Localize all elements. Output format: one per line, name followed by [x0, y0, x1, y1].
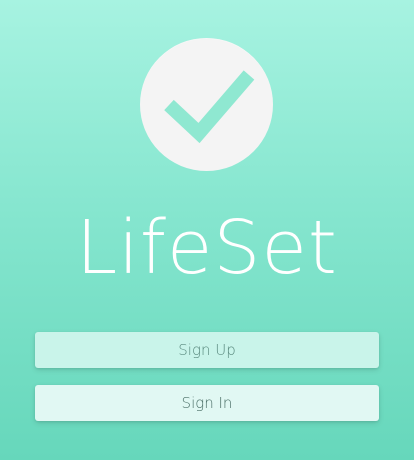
checkmark-icon: [164, 70, 255, 144]
app-logo: [140, 38, 273, 171]
app-title: LifeSet: [76, 205, 338, 291]
sign-up-button[interactable]: Sign Up: [35, 332, 379, 368]
welcome-screen: LifeSet Sign Up Sign In: [0, 0, 414, 460]
sign-in-button[interactable]: Sign In: [35, 385, 379, 421]
